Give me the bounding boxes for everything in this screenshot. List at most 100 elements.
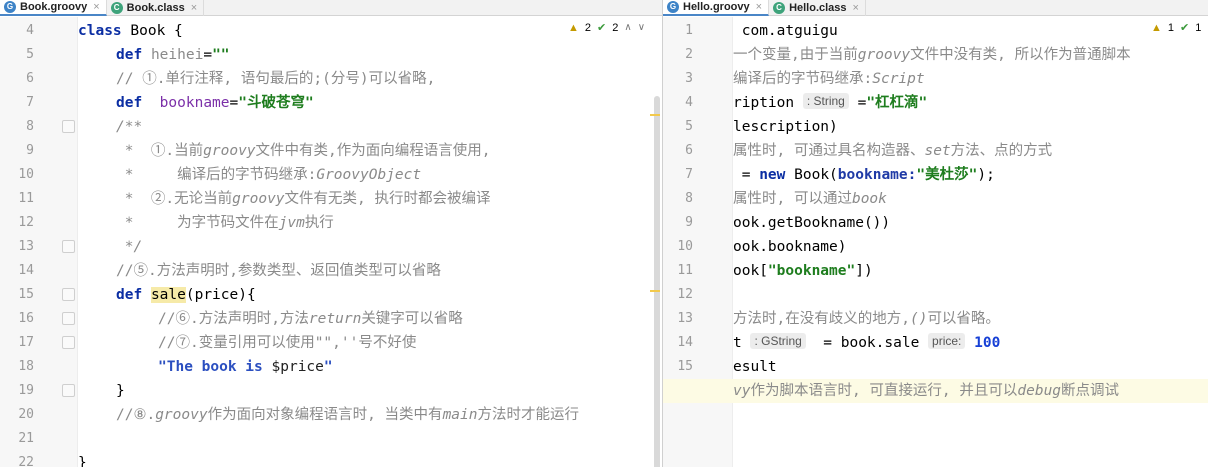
line-number: 14 xyxy=(18,263,34,278)
line-number: 6 xyxy=(26,71,34,86)
comment: //⑧. xyxy=(116,407,156,423)
line-number: 3 xyxy=(685,71,693,86)
fold-marker[interactable] xyxy=(62,240,75,253)
comment: 属性时, 可通过具名构造器、 xyxy=(733,143,925,159)
code-text: ription xyxy=(733,95,803,111)
code-line: ook.bookname) xyxy=(733,235,1208,259)
line-number: 12 xyxy=(18,215,34,230)
comment: main xyxy=(442,407,478,423)
close-icon[interactable]: × xyxy=(191,2,197,14)
code-text: ]) xyxy=(855,263,873,279)
code-line: 方法时,在没有歧义的地方,()可以省略。 xyxy=(733,307,1208,331)
string-literal: " xyxy=(323,359,333,375)
groovy-file-icon: G xyxy=(667,1,679,13)
code-text: Book { xyxy=(121,23,183,39)
line-number: 1 xyxy=(685,23,693,38)
code-line: 属性时, 可通过具名构造器、set方法、点的方式 xyxy=(733,139,1208,163)
fold-marker[interactable] xyxy=(62,312,75,325)
code-line: lescription) xyxy=(733,115,1208,139)
code-text: esult xyxy=(733,359,777,375)
comment: 文件中没有类, 所以作为普通脚本 xyxy=(910,47,1131,63)
code-line: //⑦.变量引用可以使用"",''号不好使 xyxy=(78,331,662,355)
close-icon[interactable]: × xyxy=(756,1,762,13)
code-line: def heihei="" xyxy=(78,43,662,67)
code-line: = new Book(bookname:"美杜莎"); xyxy=(733,163,1208,187)
line-number: 2 xyxy=(685,47,693,62)
code-text: com.atguigu xyxy=(733,23,838,39)
fold-marker[interactable] xyxy=(62,120,75,133)
fold-marker[interactable] xyxy=(62,384,75,397)
line-number: 11 xyxy=(677,263,693,278)
keyword: def xyxy=(116,95,143,111)
comment: //⑦.变量引用可以使用"",''号不好使 xyxy=(158,335,417,351)
line-number: 10 xyxy=(18,167,34,182)
line-number: 16 xyxy=(18,311,34,326)
comment: 关键字可以省略 xyxy=(361,311,463,327)
comment: groovy xyxy=(232,191,285,207)
keyword: class xyxy=(78,23,122,39)
named-argument: bookname: xyxy=(837,167,917,183)
code-line: * 为字节码文件在jvm执行 xyxy=(78,211,662,235)
code-text: = xyxy=(848,95,867,111)
line-number: 17 xyxy=(18,335,34,350)
comment: GroovyObject xyxy=(316,167,422,183)
parameter-hint: price: xyxy=(928,333,966,349)
code-text: = xyxy=(733,167,760,183)
string-literal: "bookname" xyxy=(767,263,856,279)
keyword: def xyxy=(116,287,143,303)
line-number: 14 xyxy=(677,335,693,350)
comment: 方法时才能运行 xyxy=(477,407,579,423)
type-hint: : String xyxy=(802,93,849,109)
code-text: ); xyxy=(977,167,995,183)
tab-hello-groovy[interactable]: G Hello.groovy × xyxy=(663,0,770,16)
code-text: = xyxy=(229,95,239,111)
tab-book-class[interactable]: C Book.class × xyxy=(107,0,205,16)
string-literal: "" xyxy=(212,47,230,63)
comment: groovy xyxy=(857,47,911,63)
line-number: 11 xyxy=(18,191,34,206)
close-icon[interactable]: × xyxy=(853,2,859,14)
code-text: ook[ xyxy=(733,263,768,279)
comment: * ②.无论当前 xyxy=(116,191,233,207)
comment: 断点调试 xyxy=(1061,383,1120,399)
code-text: lescription) xyxy=(733,119,838,135)
code-line: def sale(price){ xyxy=(78,283,662,307)
comment: 一个变量,由于当前 xyxy=(733,47,858,63)
code-text: = xyxy=(203,47,213,63)
comment: // ①.单行注释, 语句最后的;(分号)可以省略, xyxy=(116,71,436,87)
comment: * 编译后的字节码继承: xyxy=(116,167,317,183)
vertical-scrollbar[interactable] xyxy=(654,96,660,467)
class-file-icon: C xyxy=(110,2,123,14)
tab-book-groovy[interactable]: G Book.groovy × xyxy=(0,0,107,16)
comment: 文件有无类, 执行时都会被编译 xyxy=(284,191,491,207)
line-number-gutter[interactable]: 4 5 6 7 8 9 10 11 12 13 14 15 16 17 18 1… xyxy=(0,17,78,467)
line-number: 6 xyxy=(685,143,693,158)
code-line: t : GString = book.sale price: 100 xyxy=(733,331,1208,355)
number-literal: 100 xyxy=(974,335,1001,351)
comment: () xyxy=(909,311,928,327)
code-line: //⑤.方法声明时,参数类型、返回值类型可以省略 xyxy=(78,259,662,283)
string-literal: "杠杠滴" xyxy=(866,95,928,111)
code-text: ook.getBookname()) xyxy=(733,215,891,231)
scroll-marker xyxy=(650,114,660,116)
string-literal: "美杜莎" xyxy=(916,167,978,183)
comment: vy xyxy=(733,383,751,399)
code-line: ook["bookname"]) xyxy=(733,259,1208,283)
comment: 作为面向对象编程语言时, 当类中有 xyxy=(207,407,443,423)
tab-hello-class[interactable]: C Hello.class × xyxy=(769,0,866,16)
code-line: com.atguigu xyxy=(733,19,1208,43)
code-line: /** xyxy=(78,115,662,139)
scroll-marker xyxy=(650,290,660,292)
line-number: 19 xyxy=(18,383,34,398)
code-text: t xyxy=(733,335,751,351)
comment: jvm xyxy=(278,215,305,231)
code-line: } xyxy=(78,451,662,467)
code-text: = book.sale xyxy=(805,335,929,351)
tab-label: Hello.groovy xyxy=(683,1,750,13)
line-number: 12 xyxy=(677,287,693,302)
close-icon[interactable]: × xyxy=(93,1,99,13)
fold-marker[interactable] xyxy=(62,288,75,301)
line-number: 15 xyxy=(677,359,693,374)
fold-marker[interactable] xyxy=(62,336,75,349)
